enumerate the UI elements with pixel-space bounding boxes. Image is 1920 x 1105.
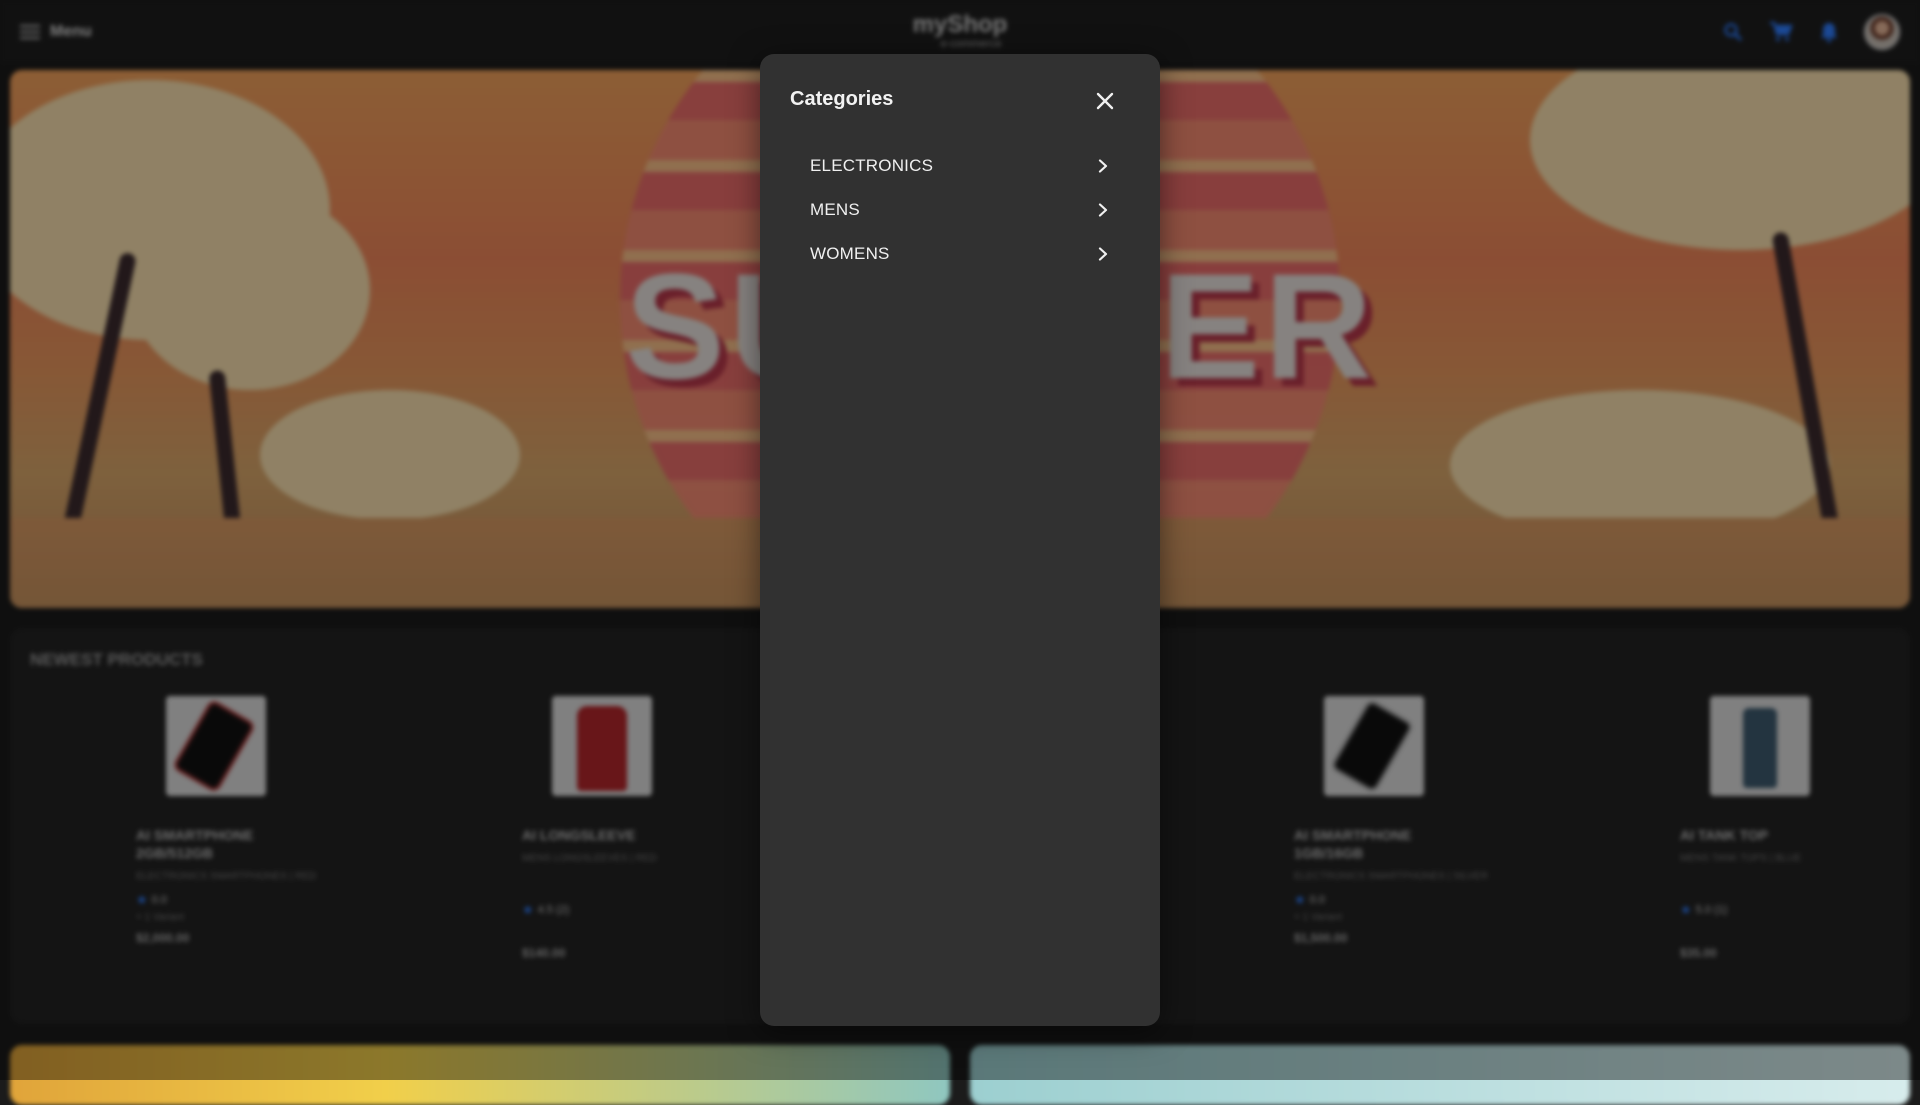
category-item-electronics[interactable]: ELECTRONICS [790, 144, 1130, 188]
category-item-mens[interactable]: MENS [790, 188, 1130, 232]
close-button[interactable] [1090, 86, 1120, 116]
categories-dialog: Categories ELECTRONICS MENS WOMENS [760, 54, 1160, 1026]
chevron-right-icon [1096, 247, 1110, 261]
chevron-right-icon [1096, 203, 1110, 217]
category-item-womens[interactable]: WOMENS [790, 232, 1130, 276]
dialog-title: Categories [790, 88, 893, 111]
category-list: ELECTRONICS MENS WOMENS [790, 144, 1130, 276]
category-label: ELECTRONICS [810, 156, 933, 176]
close-icon [1096, 92, 1114, 110]
category-label: WOMENS [810, 244, 890, 264]
chevron-right-icon [1096, 159, 1110, 173]
category-label: MENS [810, 200, 860, 220]
